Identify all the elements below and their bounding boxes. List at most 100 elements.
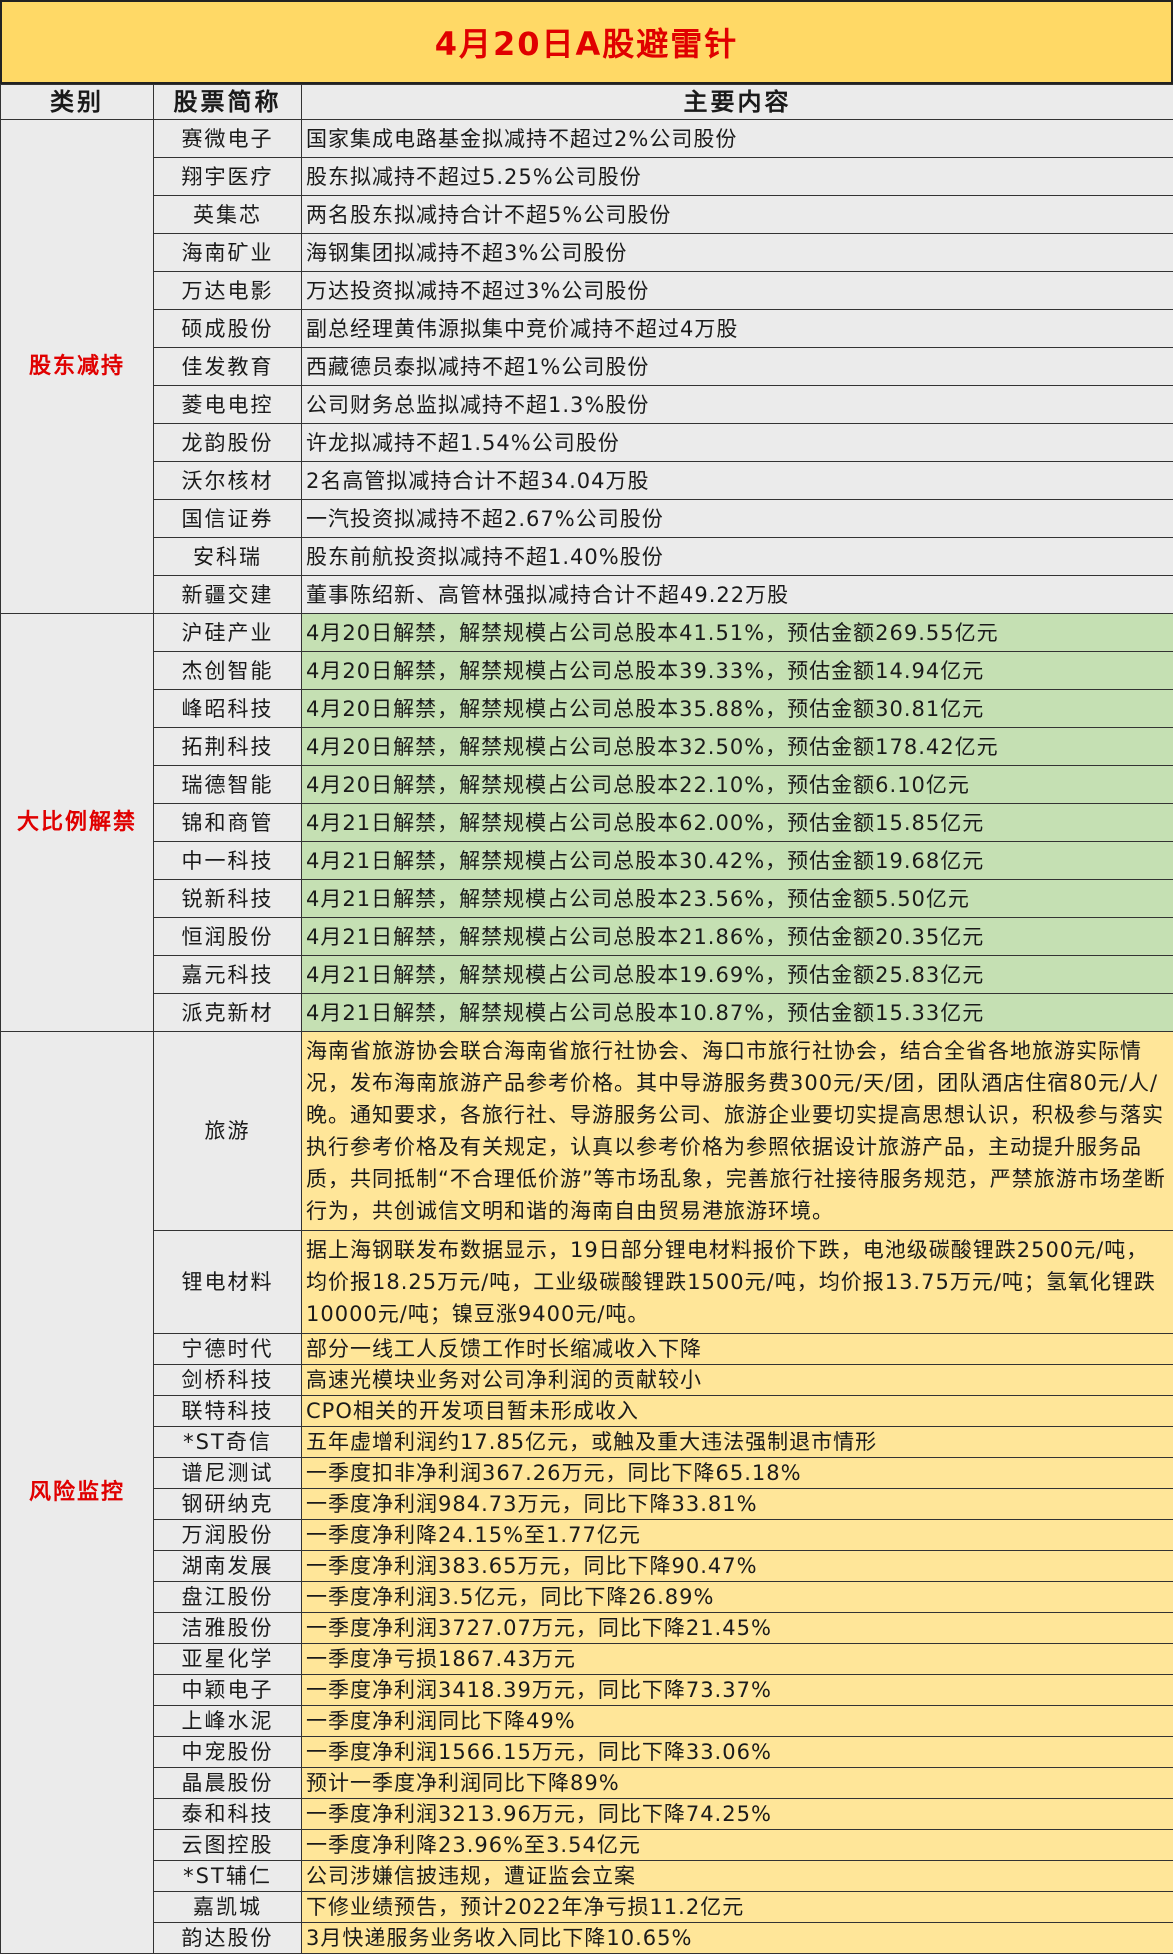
table-row: 翔宇医疗股东拟减持不超过5.25%公司股份 bbox=[1, 158, 1173, 196]
content-cell: 据上海钢联发布数据显示，19日部分锂电材料报价下跌，电池级碳酸锂跌2500元/吨… bbox=[302, 1231, 1173, 1334]
table-row: 恒润股份4月21日解禁，解禁规模占公司总股本21.86%，预估金额20.35亿元 bbox=[1, 918, 1173, 956]
table-row: 钢研纳克一季度净利润984.73万元，同比下降33.81% bbox=[1, 1489, 1173, 1520]
stock-name-cell: 嘉元科技 bbox=[154, 956, 302, 994]
table-row: 峰昭科技4月20日解禁，解禁规模占公司总股本35.88%，预估金额30.81亿元 bbox=[1, 690, 1173, 728]
table-row: *ST辅仁公司涉嫌信披违规，遭证监会立案 bbox=[1, 1861, 1173, 1892]
table-row: 亚星化学一季度净亏损1867.43万元 bbox=[1, 1644, 1173, 1675]
stock-name-cell: 新疆交建 bbox=[154, 576, 302, 614]
content-cell: 海钢集团拟减持不超3%公司股份 bbox=[302, 234, 1173, 272]
table-row: *ST奇信五年虚增利润约17.85亿元，或触及重大违法强制退市情形 bbox=[1, 1427, 1173, 1458]
content-cell: 一季度扣非净利润367.26万元，同比下降65.18% bbox=[302, 1458, 1173, 1489]
table-row: 硕成股份副总经理黄伟源拟集中竞价减持不超过4万股 bbox=[1, 310, 1173, 348]
header-content: 主要内容 bbox=[302, 85, 1173, 120]
table-row: 中宠股份一季度净利润1566.15万元，同比下降33.06% bbox=[1, 1737, 1173, 1768]
stock-name-cell: 钢研纳克 bbox=[154, 1489, 302, 1520]
stock-name-cell: 联特科技 bbox=[154, 1396, 302, 1427]
content-cell: 一季度净利润984.73万元，同比下降33.81% bbox=[302, 1489, 1173, 1520]
table-row: 锦和商管4月21日解禁，解禁规模占公司总股本62.00%，预估金额15.85亿元 bbox=[1, 804, 1173, 842]
table-row: 万润股份一季度净利降24.15%至1.77亿元 bbox=[1, 1520, 1173, 1551]
stock-name-cell: 锂电材料 bbox=[154, 1231, 302, 1334]
content-cell: 4月21日解禁，解禁规模占公司总股本30.42%，预估金额19.68亿元 bbox=[302, 842, 1173, 880]
table-row: 嘉凯城下修业绩预告，预计2022年净亏损11.2亿元 bbox=[1, 1892, 1173, 1923]
stock-name-cell: 国信证券 bbox=[154, 500, 302, 538]
stock-name-cell: 锐新科技 bbox=[154, 880, 302, 918]
stock-name-cell: 海南矿业 bbox=[154, 234, 302, 272]
table-row: 云图控股一季度净利降23.96%至3.54亿元 bbox=[1, 1830, 1173, 1861]
table-row: 韵达股份3月快递服务业务收入同比下降10.65% bbox=[1, 1923, 1173, 1954]
table-row: 拓荆科技4月20日解禁，解禁规模占公司总股本32.50%，预估金额178.42亿… bbox=[1, 728, 1173, 766]
stock-name-cell: 云图控股 bbox=[154, 1830, 302, 1861]
content-cell: 高速光模块业务对公司净利润的贡献较小 bbox=[302, 1365, 1173, 1396]
stock-name-cell: 沃尔核材 bbox=[154, 462, 302, 500]
stock-name-cell: 中宠股份 bbox=[154, 1737, 302, 1768]
stock-name-cell: 硕成股份 bbox=[154, 310, 302, 348]
table-row: 中颖电子一季度净利润3418.39万元，同比下降73.37% bbox=[1, 1675, 1173, 1706]
header-category: 类别 bbox=[1, 85, 154, 120]
table-row: 大比例解禁沪硅产业4月20日解禁，解禁规模占公司总股本41.51%，预估金额26… bbox=[1, 614, 1173, 652]
content-cell: 许龙拟减持不超1.54%公司股份 bbox=[302, 424, 1173, 462]
stock-name-cell: 杰创智能 bbox=[154, 652, 302, 690]
stock-name-cell: 泰和科技 bbox=[154, 1799, 302, 1830]
content-cell: 一季度净利润同比下降49% bbox=[302, 1706, 1173, 1737]
content-cell: 一季度净利润3213.96万元，同比下降74.25% bbox=[302, 1799, 1173, 1830]
stock-warning-sheet: 4月20日A股避雷针 类别 股票简称 主要内容 股东减持赛微电子国家集成电路基金… bbox=[0, 0, 1173, 1954]
content-cell: 一季度净利润3418.39万元，同比下降73.37% bbox=[302, 1675, 1173, 1706]
content-cell: 下修业绩预告，预计2022年净亏损11.2亿元 bbox=[302, 1892, 1173, 1923]
content-cell: 一季度净利润3.5亿元，同比下降26.89% bbox=[302, 1582, 1173, 1613]
stock-name-cell: 峰昭科技 bbox=[154, 690, 302, 728]
content-cell: 副总经理黄伟源拟集中竞价减持不超过4万股 bbox=[302, 310, 1173, 348]
content-cell: 预计一季度净利润同比下降89% bbox=[302, 1768, 1173, 1799]
content-cell: 一季度净利润1566.15万元，同比下降33.06% bbox=[302, 1737, 1173, 1768]
stock-name-cell: *ST奇信 bbox=[154, 1427, 302, 1458]
stock-name-cell: 万润股份 bbox=[154, 1520, 302, 1551]
content-cell: CPO相关的开发项目暂未形成收入 bbox=[302, 1396, 1173, 1427]
table-row: 谱尼测试一季度扣非净利润367.26万元，同比下降65.18% bbox=[1, 1458, 1173, 1489]
table-row: 杰创智能4月20日解禁，解禁规模占公司总股本39.33%，预估金额14.94亿元 bbox=[1, 652, 1173, 690]
table-row: 上峰水泥一季度净利润同比下降49% bbox=[1, 1706, 1173, 1737]
stock-name-cell: 宁德时代 bbox=[154, 1334, 302, 1365]
table-row: 万达电影万达投资拟减持不超过3%公司股份 bbox=[1, 272, 1173, 310]
table-row: 嘉元科技4月21日解禁，解禁规模占公司总股本19.69%，预估金额25.83亿元 bbox=[1, 956, 1173, 994]
table-row: 沃尔核材2名高管拟减持合计不超34.04万股 bbox=[1, 462, 1173, 500]
header-stock: 股票简称 bbox=[154, 85, 302, 120]
stock-name-cell: 中一科技 bbox=[154, 842, 302, 880]
table-row: 佳发教育西藏德员泰拟减持不超1%公司股份 bbox=[1, 348, 1173, 386]
stock-name-cell: 佳发教育 bbox=[154, 348, 302, 386]
stock-name-cell: 谱尼测试 bbox=[154, 1458, 302, 1489]
stock-name-cell: 瑞德智能 bbox=[154, 766, 302, 804]
content-cell: 海南省旅游协会联合海南省旅行社协会、海口市旅行社协会，结合全省各地旅游实际情况，… bbox=[302, 1032, 1173, 1231]
content-cell: 一季度净利降24.15%至1.77亿元 bbox=[302, 1520, 1173, 1551]
content-cell: 一季度净亏损1867.43万元 bbox=[302, 1644, 1173, 1675]
table-row: 宁德时代部分一线工人反馈工作时长缩减收入下降 bbox=[1, 1334, 1173, 1365]
table-row: 菱电电控公司财务总监拟减持不超1.3%股份 bbox=[1, 386, 1173, 424]
stock-name-cell: 旅游 bbox=[154, 1032, 302, 1231]
table-body: 股东减持赛微电子国家集成电路基金拟减持不超过2%公司股份翔宇医疗股东拟减持不超过… bbox=[1, 120, 1173, 1954]
stock-name-cell: 万达电影 bbox=[154, 272, 302, 310]
content-cell: 4月21日解禁，解禁规模占公司总股本23.56%，预估金额5.50亿元 bbox=[302, 880, 1173, 918]
stock-name-cell: 锦和商管 bbox=[154, 804, 302, 842]
table-row: 新疆交建董事陈绍新、高管林强拟减持合计不超49.22万股 bbox=[1, 576, 1173, 614]
stock-name-cell: *ST辅仁 bbox=[154, 1861, 302, 1892]
content-cell: 公司财务总监拟减持不超1.3%股份 bbox=[302, 386, 1173, 424]
stock-name-cell: 晶晨股份 bbox=[154, 1768, 302, 1799]
content-cell: 股东拟减持不超过5.25%公司股份 bbox=[302, 158, 1173, 196]
table-row: 风险监控旅游海南省旅游协会联合海南省旅行社协会、海口市旅行社协会，结合全省各地旅… bbox=[1, 1032, 1173, 1231]
stock-name-cell: 派克新材 bbox=[154, 994, 302, 1032]
table-row: 瑞德智能4月20日解禁，解禁规模占公司总股本22.10%，预估金额6.10亿元 bbox=[1, 766, 1173, 804]
stock-name-cell: 菱电电控 bbox=[154, 386, 302, 424]
content-cell: 4月20日解禁，解禁规模占公司总股本22.10%，预估金额6.10亿元 bbox=[302, 766, 1173, 804]
table-row: 龙韵股份许龙拟减持不超1.54%公司股份 bbox=[1, 424, 1173, 462]
content-cell: 4月21日解禁，解禁规模占公司总股本10.87%，预估金额15.33亿元 bbox=[302, 994, 1173, 1032]
content-cell: 一季度净利降23.96%至3.54亿元 bbox=[302, 1830, 1173, 1861]
content-cell: 4月21日解禁，解禁规模占公司总股本62.00%，预估金额15.85亿元 bbox=[302, 804, 1173, 842]
category-cell: 大比例解禁 bbox=[1, 614, 154, 1032]
content-cell: 4月21日解禁，解禁规模占公司总股本19.69%，预估金额25.83亿元 bbox=[302, 956, 1173, 994]
warning-table: 类别 股票简称 主要内容 股东减持赛微电子国家集成电路基金拟减持不超过2%公司股… bbox=[0, 84, 1173, 1954]
header-row: 类别 股票简称 主要内容 bbox=[1, 85, 1173, 120]
stock-name-cell: 亚星化学 bbox=[154, 1644, 302, 1675]
content-cell: 一汽投资拟减持不超2.67%公司股份 bbox=[302, 500, 1173, 538]
content-cell: 4月20日解禁，解禁规模占公司总股本32.50%，预估金额178.42亿元 bbox=[302, 728, 1173, 766]
table-row: 湖南发展一季度净利润383.65万元，同比下降90.47% bbox=[1, 1551, 1173, 1582]
stock-name-cell: 翔宇医疗 bbox=[154, 158, 302, 196]
content-cell: 万达投资拟减持不超过3%公司股份 bbox=[302, 272, 1173, 310]
